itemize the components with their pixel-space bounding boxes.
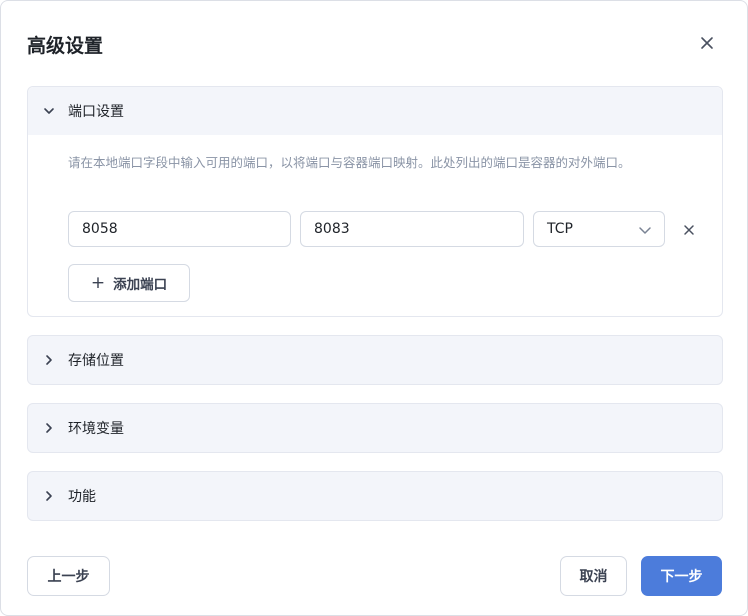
add-port-label: 添加端口: [113, 277, 168, 293]
section-header-features[interactable]: 功能: [28, 472, 722, 520]
section-title: 端口设置: [68, 104, 124, 120]
section-header-storage[interactable]: 存储位置: [28, 336, 722, 384]
section-title: 存储位置: [68, 353, 124, 369]
prev-step-button[interactable]: 上一步: [27, 556, 110, 596]
section-port-settings: 端口设置 请在本地端口字段中输入可用的端口，以将端口与容器端口映射。此处列出的端…: [27, 86, 723, 317]
close-icon[interactable]: [697, 33, 717, 53]
port-description: 请在本地端口字段中输入可用的端口，以将端口与容器端口映射。此处列出的端口是容器的…: [68, 155, 631, 170]
advanced-settings-dialog: 高级设置 端口设置 请在本地端口字段中输入可用的端口，以将端口与容器端口映射。此…: [0, 0, 748, 616]
section-header-env[interactable]: 环境变量: [28, 404, 722, 452]
section-header-ports[interactable]: 端口设置: [28, 87, 722, 135]
remove-port-icon[interactable]: [682, 222, 696, 236]
section-storage: 存储位置: [27, 335, 723, 385]
section-features: 功能: [27, 471, 723, 521]
chevron-right-icon: [46, 423, 52, 433]
section-title: 功能: [68, 489, 96, 505]
section-title: 环境变量: [68, 421, 124, 437]
host-port-input[interactable]: [68, 211, 291, 247]
protocol-value: TCP: [547, 221, 573, 237]
section-env-vars: 环境变量: [27, 403, 723, 453]
chevron-down-icon: [639, 227, 651, 234]
container-port-input[interactable]: [300, 211, 524, 247]
chevron-right-icon: [46, 491, 52, 501]
next-step-button[interactable]: 下一步: [641, 556, 722, 596]
dialog-title: 高级设置: [27, 35, 104, 57]
protocol-select[interactable]: TCP: [533, 211, 665, 247]
plus-icon: +: [90, 273, 106, 293]
chevron-right-icon: [46, 355, 52, 365]
add-port-button[interactable]: + 添加端口: [68, 264, 190, 302]
chevron-down-icon: [44, 108, 54, 114]
cancel-button[interactable]: 取消: [560, 556, 627, 596]
